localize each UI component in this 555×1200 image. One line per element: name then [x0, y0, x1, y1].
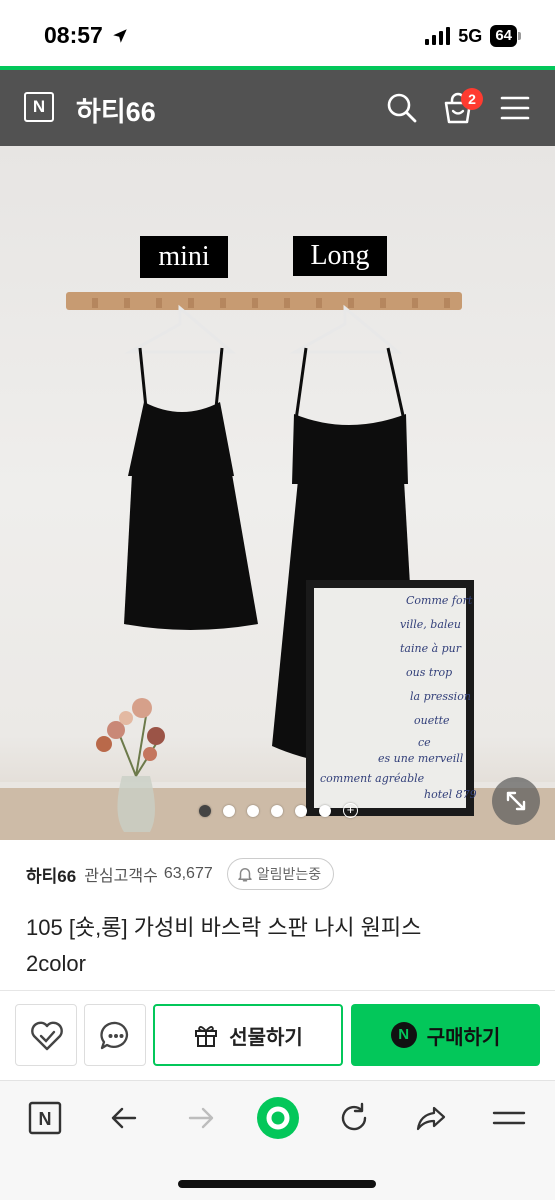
svg-text:comment agréable: comment agréable [320, 772, 425, 785]
cart-count-badge: 2 [461, 88, 483, 110]
gift-label: 선물하기 [229, 1026, 303, 1049]
svg-text:ous trop: ous trop [406, 666, 452, 679]
framed-poster-image: Comme fort ville, baleu taine à pur ous … [306, 580, 477, 816]
naver-logo-icon[interactable]: N [24, 92, 54, 122]
location-arrow-icon [113, 28, 127, 43]
clock-text: 08:57 [44, 22, 103, 48]
forward-arrow-icon[interactable] [184, 1101, 218, 1135]
svg-text:ville, baleu: ville, baleu [400, 618, 461, 631]
share-icon[interactable] [414, 1101, 448, 1135]
store-name-link[interactable]: 하티66 [26, 862, 76, 887]
carousel-indicator[interactable]: + [199, 803, 358, 818]
fans-count: 63,677 [163, 865, 213, 882]
carousel-dot[interactable] [223, 804, 235, 817]
svg-text:es une merveill: es une merveill [378, 752, 464, 765]
product-title-line-1: 105 [숏,롱] 가성비 바스락 스판 나시 원피스 [26, 915, 422, 940]
refresh-icon[interactable] [337, 1101, 371, 1135]
store-info-row: 하티66 관심고객수 63,677 알림받는중 [26, 858, 335, 890]
buy-label: 구매하기 [426, 1026, 501, 1049]
wishlist-button[interactable] [15, 1004, 77, 1066]
shop-title[interactable]: 하티66 [76, 90, 156, 129]
section-divider [0, 990, 555, 991]
back-arrow-icon[interactable] [107, 1101, 141, 1135]
carousel-dot[interactable] [295, 804, 307, 817]
notification-label: 알림받는중 [256, 866, 322, 882]
svg-text:hotel 879: hotel 879 [424, 788, 477, 801]
product-title-line-2: 2color [26, 951, 86, 976]
status-time: 08:57 [44, 22, 129, 49]
naver-home-icon[interactable]: N [28, 1101, 62, 1135]
menu-icon[interactable] [492, 1101, 526, 1135]
talktalk-chat-button[interactable] [84, 1004, 146, 1066]
expand-image-button[interactable] [492, 777, 540, 825]
buy-button[interactable]: N 구매하기 [351, 1004, 540, 1066]
svg-text:N: N [39, 1109, 52, 1129]
cellular-signal-icon [425, 27, 451, 45]
expand-icon [506, 791, 526, 811]
carousel-dot[interactable] [271, 804, 283, 817]
network-type: 5G [458, 25, 483, 46]
carousel-dot[interactable] [319, 804, 331, 817]
svg-text:la pression: la pression [410, 690, 471, 703]
mini-label: mini [158, 241, 210, 272]
carousel-dot[interactable] [199, 804, 211, 817]
heart-check-icon [31, 1021, 63, 1051]
home-indicator [178, 1180, 376, 1188]
search-icon[interactable] [386, 92, 418, 124]
battery-indicator: 64 [490, 25, 521, 47]
naver-pay-icon: N [390, 1022, 417, 1048]
product-image[interactable]: mini Long Comme fort ville, baleu taine … [0, 146, 555, 840]
status-bar: 08:57 5G 64 [0, 0, 555, 68]
notification-subscribe-button[interactable]: 알림받는중 [226, 858, 335, 890]
naver-green-dot-icon[interactable] [256, 1096, 300, 1140]
carousel-dot[interactable] [247, 804, 259, 817]
long-label: Long [310, 240, 369, 271]
svg-text:ouette: ouette [414, 714, 450, 727]
gift-icon [195, 1026, 218, 1047]
bell-icon [238, 868, 252, 882]
carousel-more-icon[interactable]: + [343, 803, 358, 818]
fans-label: 관심고객수 [84, 868, 158, 885]
svg-text:ce: ce [418, 736, 431, 749]
product-title: 105 [숏,롱] 가성비 바스락 스판 나시 원피스 2color [26, 910, 526, 982]
svg-text:Comme fort: Comme fort [406, 594, 473, 607]
gift-button[interactable]: 선물하기 [153, 1004, 343, 1066]
mini-dress-image [124, 347, 258, 630]
svg-text:taine à pur: taine à pur [400, 642, 462, 655]
product-photo-illustration: mini Long Comme fort ville, baleu taine … [0, 236, 555, 840]
chat-bubble-icon [100, 1021, 129, 1050]
menu-icon[interactable] [500, 94, 530, 122]
